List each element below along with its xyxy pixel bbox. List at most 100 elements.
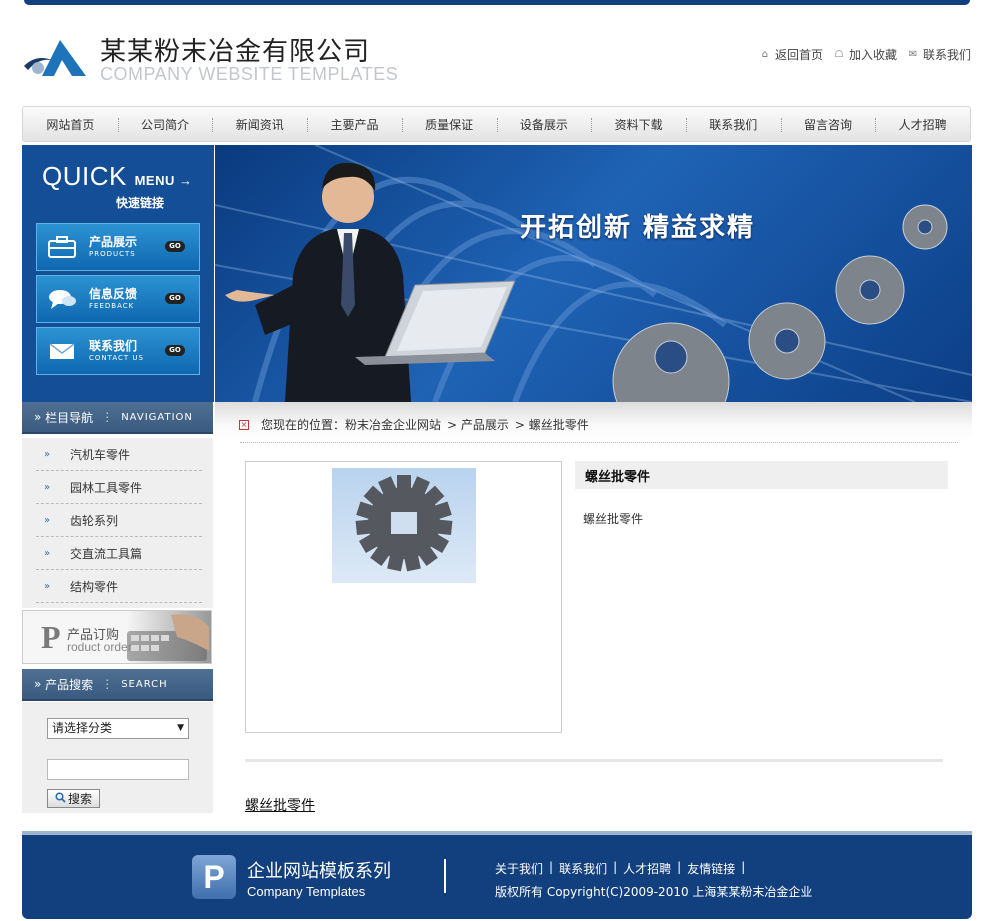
nav-item-jobs[interactable]: 人才招聘 [875,116,970,133]
nav-item-news[interactable]: 新闻资讯 [212,116,307,133]
sidebar-nav-title: 栏目导航 [45,410,94,425]
home-link[interactable]: ⌂ 返回首页 [759,46,823,63]
quick-button-feedback[interactable]: 信息反馈 FEEDBACK GO [36,275,200,323]
nav-item-products[interactable]: 主要产品 [307,116,402,133]
quick-menu: QUICK MENU → 快速链接 产品展示 PRODUCTS GO 信息反馈 … [22,145,214,402]
chevron-right-icon: » [34,410,42,424]
category-label: 园林工具零件 [70,480,143,495]
order-subtitle: roduct order [67,640,132,654]
breadcrumb-products[interactable]: > 产品展示 [447,416,509,433]
quick-button-label: 信息反馈 [89,287,138,301]
footer-link-friends[interactable]: 友情链接 [687,860,735,877]
footer-link-separator: | [613,860,618,874]
breadcrumb-prefix: 您现在的位置： [261,418,346,432]
quick-button-sublabel: FEEDBACK [89,302,135,310]
products-icon [47,236,77,258]
quick-button-sublabel: PRODUCTS [89,250,136,258]
nav-item-quality[interactable]: 质量保证 [401,116,497,133]
location-icon: × [239,419,249,430]
order-letter: P [41,619,61,655]
nav-item-home[interactable]: 网站首页 [23,116,118,133]
favorite-icon: ☖ [834,49,844,60]
home-icon: ⌂ [761,49,769,60]
quick-menu-title: QUICK MENU → [42,161,192,192]
footer-link-jobs[interactable]: 人才招聘 [623,860,671,877]
product-image[interactable] [332,468,476,583]
search-button-label: 搜索 [67,792,92,806]
businessman-figure [225,162,411,402]
quick-button-products[interactable]: 产品展示 PRODUCTS GO [36,223,200,271]
category-label: 交直流工具篇 [70,546,143,561]
product-link[interactable]: 螺丝批零件 [245,795,315,815]
footer-series-en: Company Templates [247,884,366,899]
feedback-icon [47,288,77,310]
mail-icon [47,340,77,362]
arrow-icon: » [44,547,51,559]
footer-link-separator: | [677,860,682,874]
keyboard-hand-image [127,614,209,661]
quick-menu-subtitle: 快速链接 [116,196,165,210]
product-title: 螺丝批零件 [585,470,651,485]
banner-slogan: 开拓创新 精益求精 [520,213,756,243]
footer-link-contact[interactable]: 联系我们 [559,860,607,877]
arrow-icon: » [44,448,51,460]
arrow-icon: » [44,514,51,526]
contact-link-label: 联系我们 [922,48,971,62]
search-input[interactable] [47,759,189,780]
breadcrumb: × 您现在的位置： 粉末冶金企业网站 > 产品展示 > 螺丝批零件 [239,416,589,433]
arrow-icon: » [44,580,51,592]
contact-icon: ✉ [908,49,918,60]
nav-item-contact[interactable]: 联系我们 [685,116,781,133]
content-divider [245,759,943,762]
contact-link[interactable]: ✉ 联系我们 [907,46,971,63]
favorite-link-label: 加入收藏 [848,48,897,62]
product-description: 螺丝批零件 [583,512,644,526]
search-button[interactable]: 搜索 [47,789,100,808]
category-label: 汽机车零件 [70,447,131,462]
footer: P 企业网站模板系列 Company Templates 关于我们 | 联系我们… [22,831,972,919]
breadcrumb-current[interactable]: > 螺丝批零件 [515,416,589,433]
nav-item-message[interactable]: 留言咨询 [780,116,876,133]
breadcrumb-home[interactable]: 粉末冶金企业网站 [345,416,441,433]
home-link-label: 返回首页 [774,48,823,62]
search-icon [55,791,66,806]
nav-item-downloads[interactable]: 资料下载 [591,116,686,133]
footer-link-separator: | [741,860,746,874]
banner-artwork [215,145,972,402]
sidebar-search-title: 产品搜索 [45,677,94,692]
category-item[interactable]: » 园林工具零件 [36,471,202,504]
favorite-link[interactable]: ☖ 加入收藏 [833,46,897,63]
sidebar-nav-title-en: NAVIGATION [121,411,193,423]
quick-button-contact[interactable]: 联系我们 CONTACT US GO [36,327,200,375]
go-badge: GO [165,345,185,356]
category-item[interactable]: » 汽机车零件 [36,438,202,471]
footer-link-about[interactable]: 关于我们 [495,860,543,877]
footer-series-cn: 企业网站模板系列 [247,861,391,882]
company-logo[interactable] [22,36,88,80]
product-order-banner[interactable]: P 产品订购 roduct order [22,610,212,664]
footer-link-separator: | [549,860,554,874]
category-select[interactable]: 请选择分类 ▼ [47,718,189,739]
company-name-en: COMPANY WEBSITE TEMPLATES [100,64,399,84]
nav-item-equipment[interactable]: 设备展示 [496,116,592,133]
category-item[interactable]: » 齿轮系列 [36,504,202,537]
sidebar-search-header: » 产品搜索 ⋮ SEARCH [22,669,213,701]
footer-separator [444,859,446,893]
nav-item-about[interactable]: 公司简介 [117,116,213,133]
gear-image [355,475,453,572]
category-item[interactable]: » 交直流工具篇 [36,537,202,570]
category-select-value: 请选择分类 [52,721,113,735]
dropdown-arrow-icon: ▼ [177,723,184,733]
product-image-frame [245,461,562,733]
category-label: 结构零件 [70,579,119,594]
category-label: 齿轮系列 [70,513,119,528]
quick-title-small: MENU → [134,173,193,188]
chevron-right-icon: » [34,677,42,691]
breadcrumb-divider [240,442,958,443]
sidebar-nav-header: » 栏目导航 ⋮ NAVIGATION [22,402,213,434]
top-links: ⌂ 返回首页 ☖ 加入收藏 ✉ 联系我们 [759,46,971,63]
company-name-cn: 某某粉末冶金有限公司 [100,37,371,67]
category-item[interactable]: » 结构零件 [36,570,202,603]
footer-links: 关于我们 | 联系我们 | 人才招聘 | 友情链接 | [495,860,745,877]
quick-button-label: 联系我们 [89,339,138,353]
